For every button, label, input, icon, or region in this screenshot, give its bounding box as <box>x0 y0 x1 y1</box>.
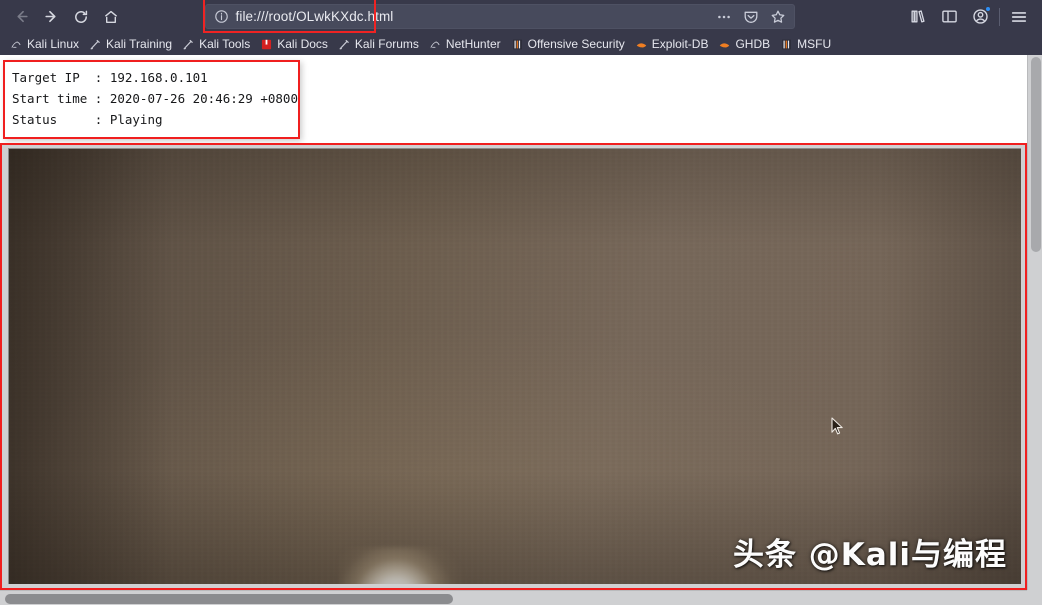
stream-image: 头条 @Kali与编程 <box>8 148 1021 584</box>
red-divider-line <box>0 143 1027 145</box>
offsec-icon <box>782 39 792 49</box>
library-icon[interactable] <box>903 3 934 30</box>
bookmark-ghdb[interactable]: GHDB <box>715 36 776 52</box>
star-icon[interactable] <box>766 5 790 29</box>
account-notification-dot <box>985 6 991 12</box>
info-line-start-time: Start time : 2020-07-26 20:46:29 +0800 <box>12 91 298 106</box>
vertical-scrollbar-thumb[interactable] <box>1031 57 1041 252</box>
ellipsis-icon[interactable] <box>712 5 736 29</box>
url-text: file:///root/OLwkKXdc.html <box>235 9 394 24</box>
wrench-icon <box>339 39 349 49</box>
horizontal-scrollbar[interactable] <box>0 590 1027 605</box>
bookmark-kali-linux[interactable]: Kali Linux <box>7 36 85 52</box>
flame-icon <box>636 42 646 47</box>
offsec-icon <box>512 39 522 49</box>
horizontal-scrollbar-thumb[interactable] <box>5 594 453 604</box>
kali-dragon-icon <box>430 41 440 48</box>
page-viewport: Target IP : 192.168.0.101 Start time : 2… <box>0 55 1042 605</box>
bookmark-label: Kali Docs <box>277 37 328 51</box>
bookmark-label: MSFU <box>797 37 832 51</box>
bookmark-label: Kali Training <box>106 37 173 51</box>
mouse-cursor-icon <box>831 417 843 435</box>
home-button[interactable] <box>96 4 126 30</box>
vertical-scrollbar[interactable] <box>1027 55 1042 605</box>
flame-icon <box>720 42 730 47</box>
info-line-target-ip: Target IP : 192.168.0.101 <box>12 70 208 85</box>
stream-image-vignette <box>9 149 1021 584</box>
stream-image-frame: 头条 @Kali与编程 <box>0 143 1027 590</box>
forward-button[interactable] <box>36 4 66 30</box>
toolbar-right-icons <box>903 0 1036 33</box>
wrench-icon <box>183 39 193 49</box>
bookmark-offensive-security[interactable]: Offensive Security <box>508 36 631 52</box>
bookmark-kali-training[interactable]: Kali Training <box>86 36 178 52</box>
bookmark-label: Offensive Security <box>527 37 625 51</box>
urlbar-container: file:///root/OLwkKXdc.html <box>126 0 903 33</box>
pocket-icon[interactable] <box>739 5 763 29</box>
bookmark-label: NetHunter <box>445 37 501 51</box>
bookmark-label: GHDB <box>735 37 771 51</box>
bookmark-msfu[interactable]: MSFU <box>777 36 837 52</box>
scrollbar-corner <box>1027 590 1042 605</box>
bookmark-label: Kali Forums <box>354 37 419 51</box>
wrench-icon <box>90 39 100 49</box>
stream-info-box: Target IP : 192.168.0.101 Start time : 2… <box>3 60 300 139</box>
url-input[interactable]: file:///root/OLwkKXdc.html <box>204 4 795 29</box>
bookmark-exploit-db[interactable]: Exploit-DB <box>632 36 715 52</box>
bookmarks-toolbar: Kali Linux Kali Training Kali Tools Kali… <box>0 33 1042 55</box>
bookmark-label: Kali Tools <box>199 37 251 51</box>
watermark-text: 头条 @Kali与编程 <box>733 537 1007 573</box>
red-book-icon <box>262 39 272 49</box>
bookmark-label: Kali Linux <box>27 37 80 51</box>
account-icon[interactable] <box>965 3 996 30</box>
bookmark-kali-tools[interactable]: Kali Tools <box>179 36 256 52</box>
page-info-icon[interactable] <box>214 9 229 24</box>
navigation-toolbar: file:///root/OLwkKXdc.html <box>0 0 1042 33</box>
bookmark-kali-forums[interactable]: Kali Forums <box>335 36 425 52</box>
sidebar-icon[interactable] <box>934 3 965 30</box>
bookmark-kali-docs[interactable]: Kali Docs <box>257 36 334 52</box>
browser-window: file:///root/OLwkKXdc.html Kali Linux Ka… <box>0 0 1042 605</box>
info-line-status: Status : Playing <box>12 112 163 127</box>
urlbar-actions <box>712 5 794 28</box>
back-button[interactable] <box>6 4 36 30</box>
bookmark-nethunter[interactable]: NetHunter <box>426 36 507 52</box>
reload-button[interactable] <box>66 4 96 30</box>
bookmark-label: Exploit-DB <box>651 37 709 51</box>
toolbar-divider <box>999 7 1000 26</box>
kali-dragon-icon <box>11 41 21 48</box>
hamburger-menu-icon[interactable] <box>1003 3 1034 30</box>
